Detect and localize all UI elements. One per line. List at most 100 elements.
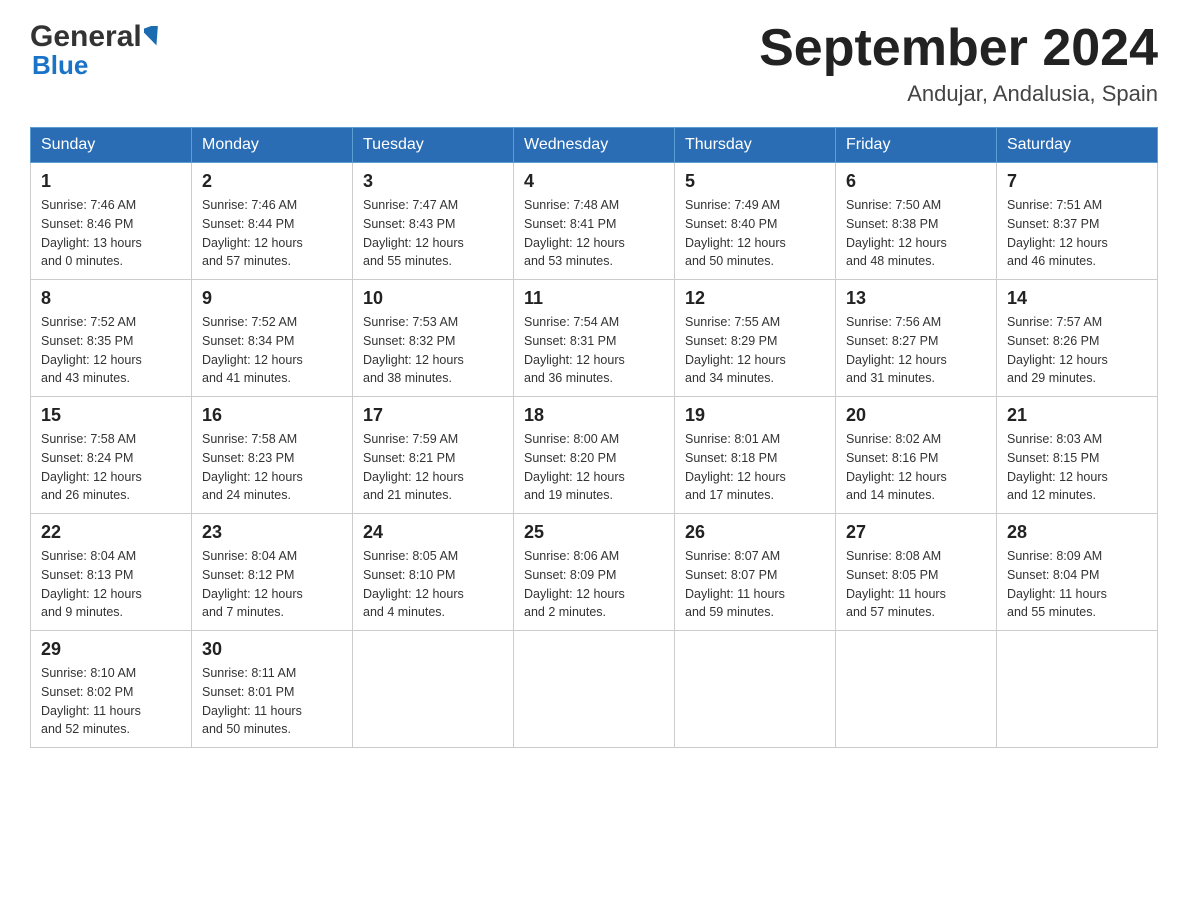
calendar-cell: 18 Sunrise: 8:00 AM Sunset: 8:20 PM Dayl… [514,397,675,514]
day-number: 21 [1007,405,1147,426]
day-info: Sunrise: 7:54 AM Sunset: 8:31 PM Dayligh… [524,313,664,388]
weekday-header-sunday: Sunday [31,128,192,163]
weekday-header-thursday: Thursday [675,128,836,163]
calendar-cell: 3 Sunrise: 7:47 AM Sunset: 8:43 PM Dayli… [353,163,514,280]
logo-image: General [30,20,162,54]
calendar-cell: 23 Sunrise: 8:04 AM Sunset: 8:12 PM Dayl… [192,514,353,631]
day-number: 13 [846,288,986,309]
day-number: 20 [846,405,986,426]
day-number: 3 [363,171,503,192]
day-number: 11 [524,288,664,309]
calendar-cell [997,631,1158,748]
day-info: Sunrise: 7:58 AM Sunset: 8:24 PM Dayligh… [41,430,181,505]
day-number: 12 [685,288,825,309]
day-info: Sunrise: 7:47 AM Sunset: 8:43 PM Dayligh… [363,196,503,271]
calendar-cell: 1 Sunrise: 7:46 AM Sunset: 8:46 PM Dayli… [31,163,192,280]
title-block: September 2024 Andujar, Andalusia, Spain [759,20,1158,107]
page-subtitle: Andujar, Andalusia, Spain [759,81,1158,107]
calendar-week-2: 8 Sunrise: 7:52 AM Sunset: 8:35 PM Dayli… [31,280,1158,397]
day-number: 23 [202,522,342,543]
calendar-cell: 27 Sunrise: 8:08 AM Sunset: 8:05 PM Dayl… [836,514,997,631]
day-number: 8 [41,288,181,309]
day-number: 18 [524,405,664,426]
calendar-cell: 15 Sunrise: 7:58 AM Sunset: 8:24 PM Dayl… [31,397,192,514]
calendar-week-4: 22 Sunrise: 8:04 AM Sunset: 8:13 PM Dayl… [31,514,1158,631]
logo-general-text: General [30,20,142,54]
day-number: 4 [524,171,664,192]
day-number: 27 [846,522,986,543]
day-number: 15 [41,405,181,426]
calendar-cell: 8 Sunrise: 7:52 AM Sunset: 8:35 PM Dayli… [31,280,192,397]
day-info: Sunrise: 7:55 AM Sunset: 8:29 PM Dayligh… [685,313,825,388]
calendar-cell: 5 Sunrise: 7:49 AM Sunset: 8:40 PM Dayli… [675,163,836,280]
day-info: Sunrise: 8:02 AM Sunset: 8:16 PM Dayligh… [846,430,986,505]
page-title: September 2024 [759,20,1158,77]
calendar-body: 1 Sunrise: 7:46 AM Sunset: 8:46 PM Dayli… [31,163,1158,748]
calendar-cell: 29 Sunrise: 8:10 AM Sunset: 8:02 PM Dayl… [31,631,192,748]
calendar-week-5: 29 Sunrise: 8:10 AM Sunset: 8:02 PM Dayl… [31,631,1158,748]
day-info: Sunrise: 7:48 AM Sunset: 8:41 PM Dayligh… [524,196,664,271]
day-number: 29 [41,639,181,660]
calendar-week-1: 1 Sunrise: 7:46 AM Sunset: 8:46 PM Dayli… [31,163,1158,280]
day-number: 10 [363,288,503,309]
calendar-cell: 9 Sunrise: 7:52 AM Sunset: 8:34 PM Dayli… [192,280,353,397]
calendar-cell: 30 Sunrise: 8:11 AM Sunset: 8:01 PM Dayl… [192,631,353,748]
day-info: Sunrise: 7:52 AM Sunset: 8:34 PM Dayligh… [202,313,342,388]
day-info: Sunrise: 7:56 AM Sunset: 8:27 PM Dayligh… [846,313,986,388]
day-number: 5 [685,171,825,192]
calendar-cell: 6 Sunrise: 7:50 AM Sunset: 8:38 PM Dayli… [836,163,997,280]
day-number: 16 [202,405,342,426]
calendar-cell: 14 Sunrise: 7:57 AM Sunset: 8:26 PM Dayl… [997,280,1158,397]
calendar-cell: 7 Sunrise: 7:51 AM Sunset: 8:37 PM Dayli… [997,163,1158,280]
day-info: Sunrise: 8:10 AM Sunset: 8:02 PM Dayligh… [41,664,181,739]
weekday-header-tuesday: Tuesday [353,128,514,163]
day-number: 30 [202,639,342,660]
calendar-cell: 4 Sunrise: 7:48 AM Sunset: 8:41 PM Dayli… [514,163,675,280]
day-info: Sunrise: 7:53 AM Sunset: 8:32 PM Dayligh… [363,313,503,388]
day-number: 24 [363,522,503,543]
day-info: Sunrise: 7:58 AM Sunset: 8:23 PM Dayligh… [202,430,342,505]
weekday-header-saturday: Saturday [997,128,1158,163]
calendar-cell: 19 Sunrise: 8:01 AM Sunset: 8:18 PM Dayl… [675,397,836,514]
day-number: 14 [1007,288,1147,309]
calendar-cell: 17 Sunrise: 7:59 AM Sunset: 8:21 PM Dayl… [353,397,514,514]
calendar-cell: 11 Sunrise: 7:54 AM Sunset: 8:31 PM Dayl… [514,280,675,397]
calendar-cell [353,631,514,748]
calendar-cell: 10 Sunrise: 7:53 AM Sunset: 8:32 PM Dayl… [353,280,514,397]
calendar-cell: 25 Sunrise: 8:06 AM Sunset: 8:09 PM Dayl… [514,514,675,631]
day-info: Sunrise: 8:08 AM Sunset: 8:05 PM Dayligh… [846,547,986,622]
day-info: Sunrise: 7:52 AM Sunset: 8:35 PM Dayligh… [41,313,181,388]
weekday-header-row: SundayMondayTuesdayWednesdayThursdayFrid… [31,128,1158,163]
logo-arrow-icon [144,26,162,46]
day-number: 17 [363,405,503,426]
day-info: Sunrise: 7:49 AM Sunset: 8:40 PM Dayligh… [685,196,825,271]
day-number: 6 [846,171,986,192]
day-number: 2 [202,171,342,192]
calendar-cell: 24 Sunrise: 8:05 AM Sunset: 8:10 PM Dayl… [353,514,514,631]
day-info: Sunrise: 8:06 AM Sunset: 8:09 PM Dayligh… [524,547,664,622]
day-info: Sunrise: 8:11 AM Sunset: 8:01 PM Dayligh… [202,664,342,739]
day-number: 22 [41,522,181,543]
calendar-cell: 16 Sunrise: 7:58 AM Sunset: 8:23 PM Dayl… [192,397,353,514]
logo: General Blue [30,20,162,81]
day-info: Sunrise: 7:46 AM Sunset: 8:44 PM Dayligh… [202,196,342,271]
calendar-cell: 20 Sunrise: 8:02 AM Sunset: 8:16 PM Dayl… [836,397,997,514]
calendar-table: SundayMondayTuesdayWednesdayThursdayFrid… [30,127,1158,748]
calendar-week-3: 15 Sunrise: 7:58 AM Sunset: 8:24 PM Dayl… [31,397,1158,514]
day-info: Sunrise: 8:09 AM Sunset: 8:04 PM Dayligh… [1007,547,1147,622]
calendar-cell: 22 Sunrise: 8:04 AM Sunset: 8:13 PM Dayl… [31,514,192,631]
weekday-header-friday: Friday [836,128,997,163]
day-number: 1 [41,171,181,192]
weekday-header-wednesday: Wednesday [514,128,675,163]
day-info: Sunrise: 8:00 AM Sunset: 8:20 PM Dayligh… [524,430,664,505]
day-info: Sunrise: 8:07 AM Sunset: 8:07 PM Dayligh… [685,547,825,622]
day-number: 7 [1007,171,1147,192]
day-info: Sunrise: 8:01 AM Sunset: 8:18 PM Dayligh… [685,430,825,505]
day-info: Sunrise: 8:04 AM Sunset: 8:12 PM Dayligh… [202,547,342,622]
day-info: Sunrise: 7:57 AM Sunset: 8:26 PM Dayligh… [1007,313,1147,388]
calendar-cell [675,631,836,748]
calendar-cell [514,631,675,748]
day-number: 19 [685,405,825,426]
logo-blue-text: Blue [32,50,88,80]
calendar-cell: 26 Sunrise: 8:07 AM Sunset: 8:07 PM Dayl… [675,514,836,631]
